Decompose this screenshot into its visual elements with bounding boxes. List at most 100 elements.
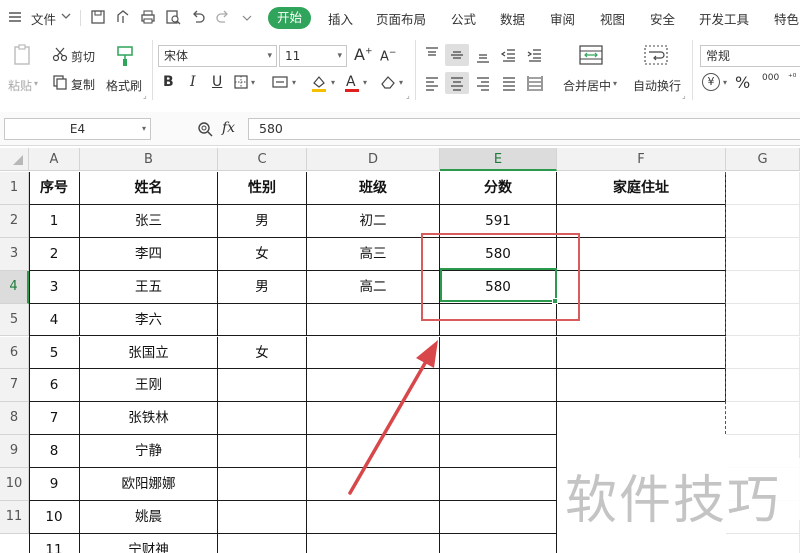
table-cell[interactable] (557, 303, 726, 337)
align-left-icon[interactable] (423, 74, 441, 92)
table-cell[interactable]: 李四 (80, 237, 218, 271)
thousands-button[interactable]: 000 (762, 74, 779, 83)
fill-handle[interactable] (552, 298, 558, 304)
row-header-1[interactable]: 1 (0, 172, 29, 205)
table-cell[interactable] (726, 204, 800, 238)
table-cell[interactable] (726, 303, 800, 337)
chevron-down-icon[interactable]: ▾ (363, 78, 367, 87)
tab-insert[interactable]: 插入 (328, 9, 353, 28)
copy-icon[interactable] (52, 74, 68, 90)
row-header-11[interactable]: 11 (0, 501, 29, 534)
increase-font-icon[interactable]: A+ (354, 45, 373, 64)
chevron-down-icon[interactable]: ▾ (613, 79, 617, 88)
table-header-cell[interactable]: 分数 (440, 172, 557, 205)
cut-button[interactable]: 剪切 (71, 48, 95, 65)
table-cell[interactable]: 11 (29, 533, 80, 553)
align-middle-icon[interactable] (448, 46, 466, 64)
table-cell[interactable] (440, 369, 557, 403)
redo-icon[interactable] (214, 8, 232, 26)
table-cell[interactable]: 6 (29, 369, 80, 403)
table-cell[interactable]: 王五 (80, 270, 218, 304)
decrease-font-icon[interactable]: A− (380, 48, 396, 64)
chevron-down-icon[interactable]: ▾ (399, 78, 403, 87)
table-cell[interactable] (218, 533, 307, 553)
tab-features[interactable]: 特色 (774, 9, 799, 28)
format-painter-icon[interactable] (113, 44, 137, 68)
column-header-f[interactable]: F (557, 148, 726, 171)
table-cell[interactable]: 宁静 (80, 435, 218, 469)
table-cell[interactable] (218, 501, 307, 534)
table-cell[interactable] (726, 237, 800, 271)
tab-home[interactable]: 开始 (268, 7, 311, 29)
table-cell[interactable]: 男 (218, 204, 307, 238)
table-cell[interactable] (557, 204, 726, 238)
row-header-2[interactable]: 2 (0, 204, 29, 238)
chevron-down-icon[interactable] (60, 10, 78, 28)
table-cell[interactable] (218, 369, 307, 403)
align-right-icon[interactable] (474, 74, 492, 92)
number-format-select[interactable]: 常规 (700, 45, 800, 67)
italic-button[interactable]: I (190, 74, 196, 90)
table-cell[interactable] (557, 237, 726, 271)
tab-formulas[interactable]: 公式 (451, 9, 476, 28)
font-name-select[interactable]: 宋体 ▾ (158, 45, 277, 67)
table-cell[interactable] (218, 303, 307, 337)
paste-button[interactable]: 粘贴 (8, 77, 32, 94)
table-cell[interactable]: 9 (29, 468, 80, 501)
font-size-select[interactable]: 11 ▾ (279, 45, 347, 67)
table-cell[interactable]: 李六 (80, 303, 218, 337)
save-icon[interactable] (89, 8, 107, 26)
group-expand-icon[interactable]: ⌟ (143, 91, 147, 100)
table-cell[interactable] (726, 533, 800, 553)
name-box[interactable]: E4 (4, 118, 151, 140)
wrap-text-icon[interactable] (643, 43, 669, 67)
align-bottom-icon[interactable] (474, 46, 492, 64)
tab-page-layout[interactable]: 页面布局 (376, 9, 426, 28)
table-cell[interactable] (726, 336, 800, 370)
table-cell[interactable] (726, 369, 800, 403)
file-menu[interactable]: 文件 (31, 9, 56, 28)
chevron-down-icon[interactable]: ▾ (723, 78, 727, 87)
tab-view[interactable]: 视图 (600, 9, 625, 28)
tab-review[interactable]: 审阅 (550, 9, 575, 28)
table-cell[interactable] (440, 533, 557, 553)
tab-data[interactable]: 数据 (500, 9, 525, 28)
column-header-e[interactable]: E (440, 148, 557, 171)
column-header-c[interactable]: C (218, 148, 307, 171)
column-header-a[interactable]: A (29, 148, 80, 171)
chevron-down-icon[interactable]: ▾ (331, 78, 335, 87)
cell-style-icon[interactable] (271, 74, 289, 90)
table-cell[interactable] (557, 369, 726, 403)
table-cell[interactable]: 女 (218, 237, 307, 271)
select-all-corner[interactable] (0, 148, 29, 171)
table-cell[interactable]: 10 (29, 501, 80, 534)
table-cell[interactable] (440, 435, 557, 469)
table-cell[interactable] (726, 172, 800, 205)
table-cell[interactable]: 姚晨 (80, 501, 218, 534)
table-cell[interactable]: 王刚 (80, 369, 218, 403)
zoom-icon[interactable] (196, 120, 214, 138)
table-cell[interactable] (307, 533, 440, 553)
table-cell[interactable]: 张三 (80, 204, 218, 238)
wrap-text-button[interactable]: 自动换行 (633, 77, 681, 94)
print-preview-icon[interactable] (164, 8, 182, 26)
column-header-b[interactable]: B (80, 148, 218, 171)
align-top-icon[interactable] (423, 45, 441, 63)
bold-button[interactable]: B (163, 74, 174, 90)
formula-input[interactable]: 580 (248, 118, 800, 140)
table-cell[interactable] (557, 534, 726, 553)
table-cell[interactable]: 7 (29, 402, 80, 436)
table-cell[interactable] (218, 402, 307, 436)
table-header-cell[interactable]: 姓名 (80, 172, 218, 205)
table-header-cell[interactable]: 序号 (29, 172, 80, 205)
table-cell[interactable] (726, 270, 800, 304)
table-header-cell[interactable]: 性别 (218, 172, 307, 205)
table-cell[interactable]: 4 (29, 303, 80, 337)
table-header-cell[interactable]: 班级 (307, 172, 440, 205)
increase-decimal-icon[interactable]: ⁺⁰ (788, 74, 796, 83)
chevron-down-icon[interactable]: ▾ (142, 124, 146, 133)
table-cell[interactable] (218, 468, 307, 501)
fx-button[interactable]: fx (222, 120, 235, 136)
table-cell[interactable] (557, 270, 726, 304)
row-header-7[interactable]: 7 (0, 369, 29, 403)
